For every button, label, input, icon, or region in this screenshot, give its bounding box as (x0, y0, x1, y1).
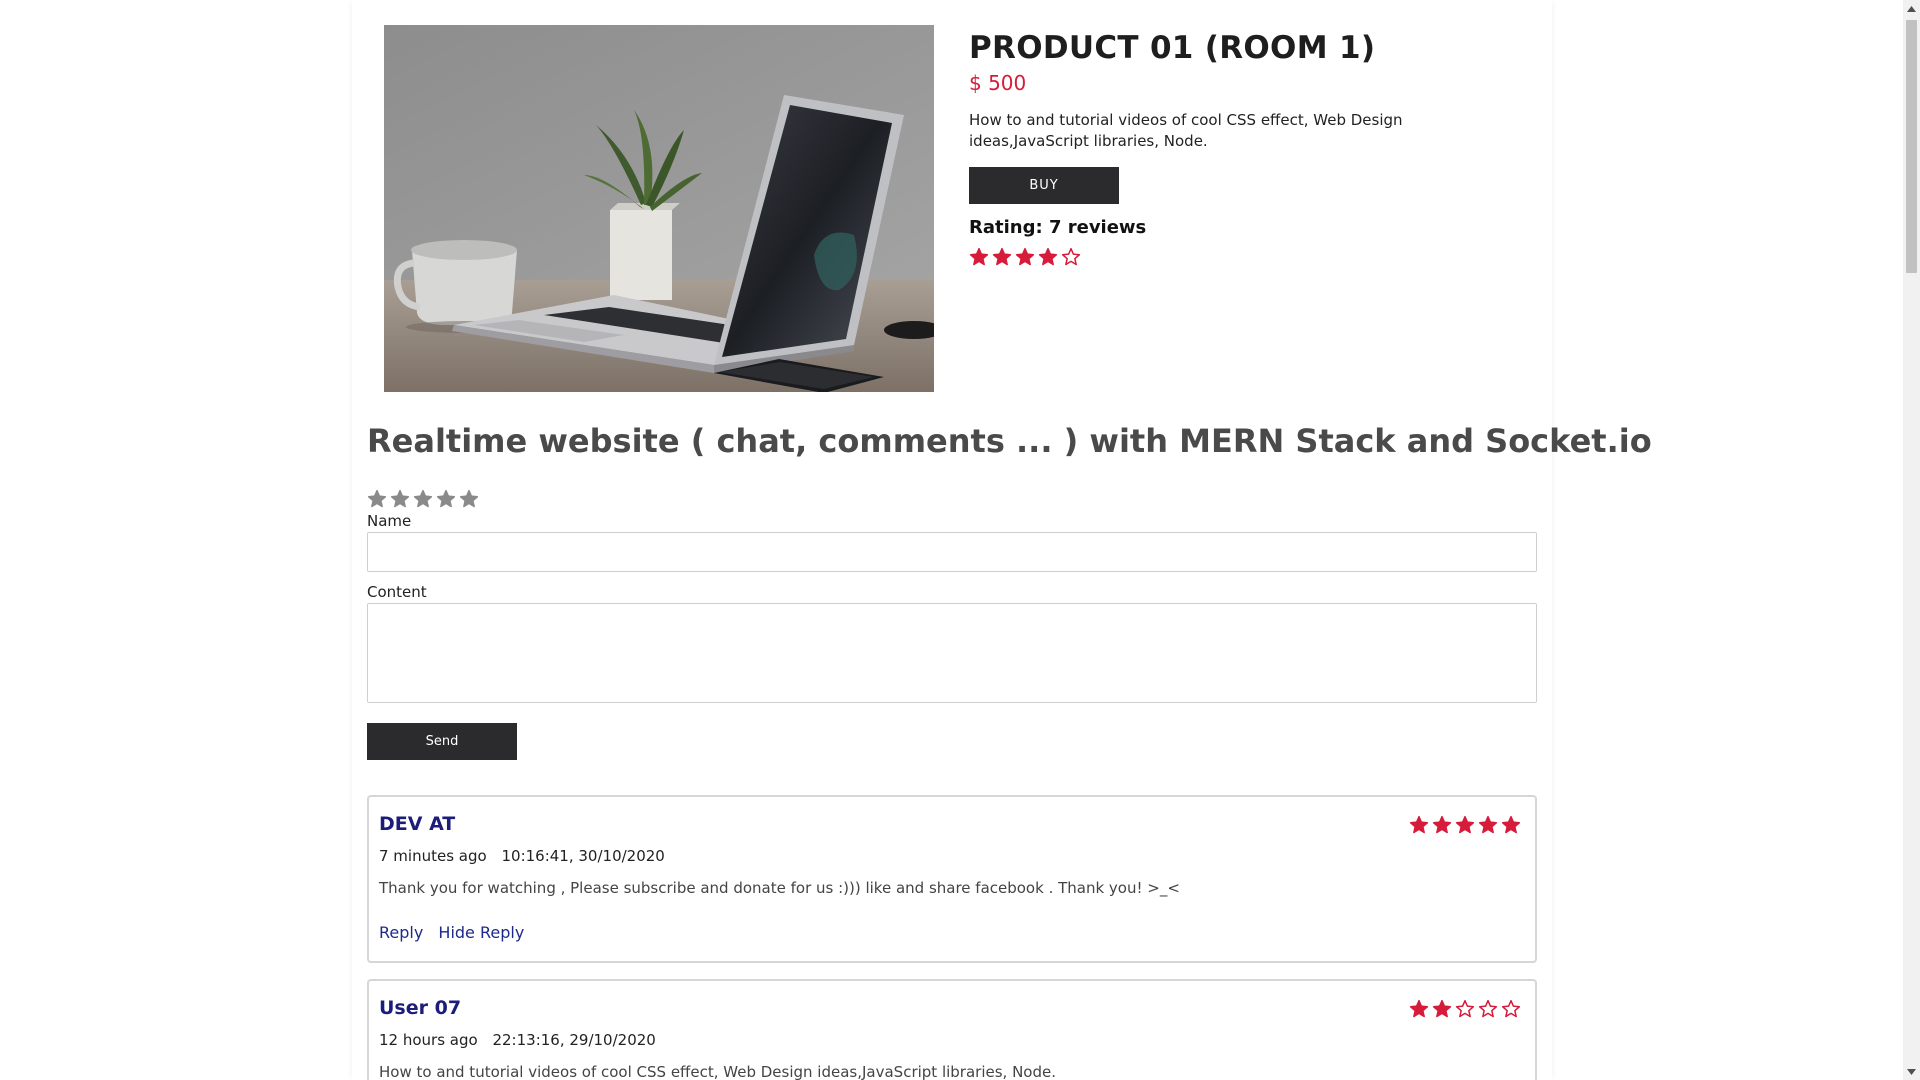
comment-rating-stars (1409, 815, 1521, 835)
scroll-thumb[interactable] (1906, 20, 1917, 273)
name-input[interactable] (367, 532, 1537, 572)
star-filled-icon (1432, 815, 1452, 835)
star-filled-icon (969, 247, 989, 267)
reply-link[interactable]: Reply (379, 923, 423, 942)
star-filled-icon (1455, 815, 1475, 835)
laptop-photo (384, 25, 934, 392)
comment-time: 7 minutes ago 10:16:41, 30/10/2020 (379, 847, 665, 865)
star-empty-icon (1455, 999, 1475, 1019)
star-filled-icon (1478, 815, 1498, 835)
comment-relative-time: 12 hours ago (379, 1031, 478, 1049)
product-info: PRODUCT 01 (ROOM 1) $ 500 How to and tut… (969, 28, 1529, 267)
star-empty-icon[interactable] (436, 489, 456, 509)
star-filled-icon (1409, 999, 1429, 1019)
product-description: How to and tutorial videos of cool CSS e… (969, 111, 1403, 150)
product-rating-stars (969, 247, 1529, 267)
comment-card: DEV AT 7 minutes ago 10:16:41, 30/10/202… (367, 795, 1537, 963)
star-filled-icon (1038, 247, 1058, 267)
comment-rating-stars (1409, 999, 1521, 1019)
send-button[interactable]: Send (367, 723, 517, 760)
star-empty-icon (1061, 247, 1081, 267)
comment-text: How to and tutorial videos of cool CSS e… (379, 1063, 1056, 1080)
comment-timestamp: 10:16:41, 30/10/2020 (501, 847, 665, 865)
scroll-down-arrow-icon[interactable] (1903, 1063, 1920, 1080)
star-empty-icon (1501, 999, 1521, 1019)
content-textarea[interactable] (367, 603, 1537, 703)
page: PRODUCT 01 (ROOM 1) $ 500 How to and tut… (0, 0, 1920, 1080)
vertical-scrollbar[interactable] (1903, 0, 1920, 1080)
star-filled-icon (1409, 815, 1429, 835)
section-title: Realtime website ( chat, comments ... ) … (367, 422, 1652, 460)
product-price: $ 500 (969, 71, 1027, 95)
buy-button[interactable]: BUY (969, 167, 1119, 204)
comment-relative-time: 7 minutes ago (379, 847, 487, 865)
comment-timestamp: 22:13:16, 29/10/2020 (492, 1031, 656, 1049)
star-filled-icon (1015, 247, 1035, 267)
star-filled-icon (1501, 815, 1521, 835)
star-empty-icon (1478, 999, 1498, 1019)
rating-input-stars[interactable] (367, 489, 479, 509)
main-container: PRODUCT 01 (ROOM 1) $ 500 How to and tut… (352, 0, 1652, 1080)
star-empty-icon[interactable] (459, 489, 479, 509)
scroll-up-arrow-icon[interactable] (1903, 0, 1920, 17)
star-filled-icon (1432, 999, 1452, 1019)
rating-label: Rating: 7 reviews (969, 217, 1147, 238)
comment-author: DEV AT (379, 813, 456, 835)
comment-actions: Reply Hide Reply (379, 923, 524, 942)
hide-reply-link[interactable]: Hide Reply (438, 923, 524, 942)
comment-card: User 07 12 hours ago 22:13:16, 29/10/202… (367, 979, 1537, 1080)
product-title: PRODUCT 01 (ROOM 1) (969, 30, 1376, 66)
comment-author: User 07 (379, 997, 462, 1019)
star-empty-icon[interactable] (413, 489, 433, 509)
content-label: Content (367, 583, 427, 601)
star-empty-icon[interactable] (367, 489, 387, 509)
comment-text: Thank you for watching , Please subscrib… (379, 879, 1180, 897)
product-image (384, 25, 934, 392)
name-label: Name (367, 512, 412, 530)
comment-time: 12 hours ago 22:13:16, 29/10/2020 (379, 1031, 656, 1049)
star-empty-icon[interactable] (390, 489, 410, 509)
star-filled-icon (992, 247, 1012, 267)
